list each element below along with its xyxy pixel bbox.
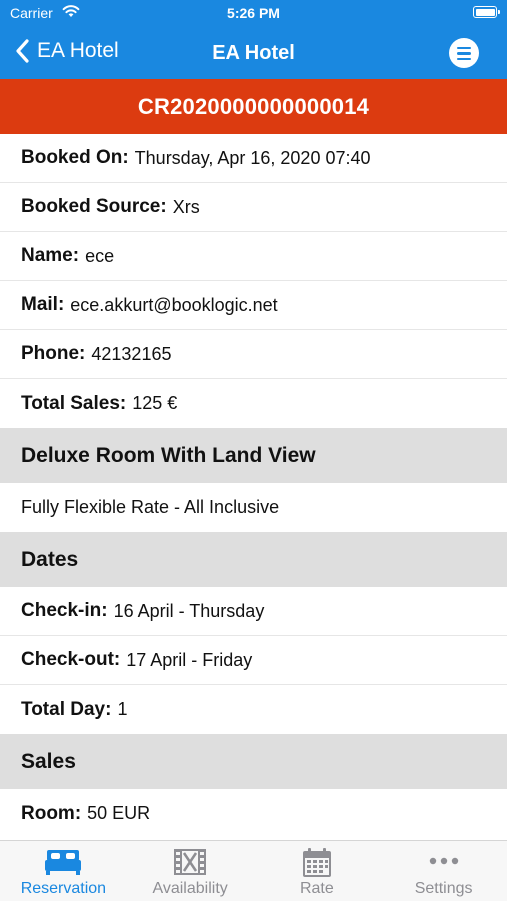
top-bar: Carrier 5:26 PM EA Hotel EA Hotel (0, 0, 507, 79)
check-out-label: Check-out: (21, 649, 121, 670)
reservation-details: Booked On: Thursday, Apr 16, 2020 07:40 B… (0, 134, 507, 838)
details-list: Booked On: Thursday, Apr 16, 2020 07:40 B… (0, 134, 507, 428)
check-in-label: Check-in: (21, 600, 108, 621)
phone-row: Phone: 42132165 (0, 330, 507, 379)
booked-on-row: Booked On: Thursday, Apr 16, 2020 07:40 (0, 134, 507, 183)
name-label: Name: (21, 245, 80, 266)
name-value: ece (85, 245, 115, 266)
tab-reservation-label: Reservation (20, 880, 107, 897)
booked-source-label: Booked Source: (21, 196, 167, 217)
check-in-row: Check-in: 16 April - Thursday (0, 587, 507, 636)
film-icon (174, 849, 207, 875)
tab-bar: Reservation Availability Rate Settings (0, 840, 507, 901)
check-out-value: 17 April - Friday (126, 649, 253, 670)
booking-code-banner: CR2020000000000014 (0, 79, 507, 134)
status-bar: Carrier 5:26 PM (0, 0, 507, 28)
tab-rate-label: Rate (299, 880, 334, 897)
total-sales-row: Total Sales: 125 € (0, 379, 507, 428)
bed-icon (45, 850, 82, 875)
navigation-bar: EA Hotel EA Hotel (0, 28, 507, 79)
mail-value: ece.akkurt@booklogic.net (70, 294, 278, 315)
menu-button[interactable] (449, 38, 479, 68)
room-section-header: Deluxe Room With Land View (0, 428, 507, 483)
tab-reservation[interactable]: Reservation (0, 841, 127, 901)
phone-value: 42132165 (91, 343, 172, 364)
total-day-value: 1 (117, 699, 128, 719)
dates-list: Check-in: 16 April - Thursday Check-out: 1… (0, 587, 507, 734)
tab-rate[interactable]: Rate (254, 841, 381, 901)
booked-on-label: Booked On: (21, 147, 129, 168)
check-in-value: 16 April - Thursday (113, 600, 265, 621)
more-icon (429, 857, 458, 865)
tab-availability-label: Availability (152, 880, 228, 897)
battery-icon (473, 6, 500, 18)
mail-label: Mail: (21, 294, 65, 315)
tab-settings-label: Settings (414, 880, 473, 897)
total-day-label: Total Day: (21, 698, 112, 720)
rate-plan-text: Fully Flexible Rate - All Inclusive (21, 497, 280, 517)
sales-section-header: Sales (0, 734, 507, 789)
room-sales-value: 50 EUR (87, 803, 151, 823)
status-time: 5:26 PM (227, 5, 280, 21)
mail-row: Mail: ece.akkurt@booklogic.net (0, 281, 507, 330)
name-row: Name: ece (0, 232, 507, 281)
tab-availability[interactable]: Availability (127, 841, 254, 901)
tab-settings[interactable]: Settings (380, 841, 507, 901)
calendar-icon (302, 848, 331, 877)
booked-on-value: Thursday, Apr 16, 2020 07:40 (134, 147, 371, 168)
booked-source-row: Booked Source: Xrs (0, 183, 507, 232)
sales-list: Room: 50 EUR (0, 789, 507, 838)
room-sales-label: Room: (21, 802, 82, 824)
total-sales-value: 125 € (132, 393, 178, 413)
total-day-row: Total Day: 1 (0, 685, 507, 734)
dates-section-header: Dates (0, 532, 507, 587)
page-title: EA Hotel (212, 42, 295, 64)
booked-source-value: Xrs (172, 196, 200, 217)
total-sales-label: Total Sales: (21, 392, 127, 414)
room-sales-row: Room: 50 EUR (0, 789, 507, 838)
phone-label: Phone: (21, 343, 86, 364)
check-out-row: Check-out: 17 April - Friday (0, 636, 507, 685)
